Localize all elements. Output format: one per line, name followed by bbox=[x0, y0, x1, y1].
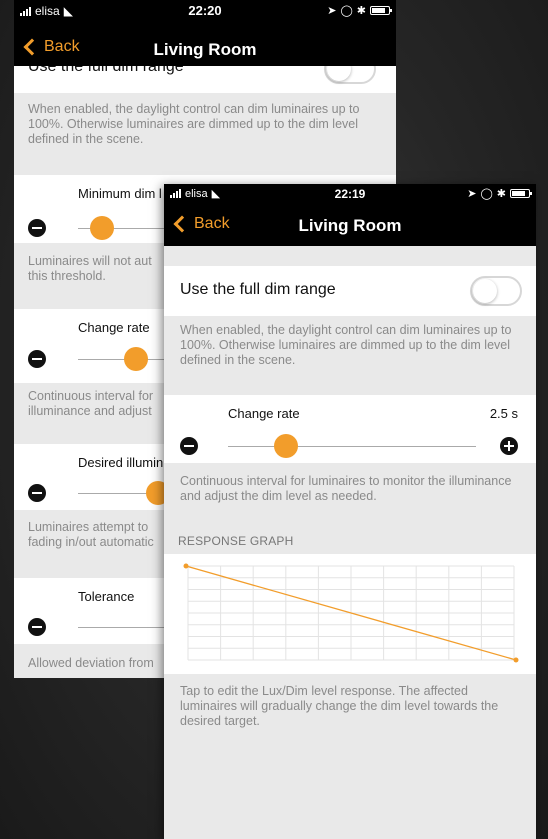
page-title: Living Room bbox=[298, 216, 402, 235]
status-bar: elisa ◣ 22:19 ➤ ◯ ✱ bbox=[164, 184, 536, 206]
location-icon: ➤ bbox=[327, 5, 337, 17]
minus-icon[interactable] bbox=[28, 350, 46, 368]
status-icons: ➤ ◯ ✱ bbox=[327, 4, 392, 17]
minus-icon[interactable] bbox=[180, 437, 198, 455]
location-icon: ➤ bbox=[467, 188, 477, 200]
minimum-dim-thumb[interactable] bbox=[90, 216, 114, 240]
minus-icon[interactable] bbox=[28, 618, 46, 636]
minimum-dim-label: Minimum dim l bbox=[78, 186, 162, 201]
response-graph-header: RESPONSE GRAPH bbox=[178, 534, 294, 548]
change-rate-track bbox=[228, 446, 476, 447]
full-dim-toggle[interactable] bbox=[470, 276, 522, 306]
full-dim-label: Use the full dim range bbox=[180, 281, 336, 298]
change-rate-thumb[interactable] bbox=[124, 347, 148, 371]
full-dim-toggle[interactable] bbox=[324, 66, 376, 84]
status-bar: elisa ◣ 22:20 ➤ ◯ ✱ bbox=[14, 0, 396, 36]
change-rate-value: 2.5 s bbox=[489, 406, 518, 421]
full-dim-row: Use the full dim range bbox=[14, 66, 396, 93]
change-rate-label: Change rate bbox=[228, 406, 300, 421]
alarm-icon: ◯ bbox=[480, 188, 493, 200]
response-graph-description: Tap to edit the Lux/Dim level response. … bbox=[180, 684, 499, 728]
minus-icon[interactable] bbox=[28, 484, 46, 502]
bluetooth-icon: ✱ bbox=[496, 188, 506, 200]
response-graph[interactable] bbox=[164, 554, 536, 674]
response-graph-chart[interactable] bbox=[164, 554, 536, 674]
battery-icon bbox=[370, 6, 392, 15]
response-end-point[interactable] bbox=[513, 657, 519, 663]
change-rate-row: Change rate 2.5 s bbox=[164, 395, 536, 463]
full-dim-row: Use the full dim range bbox=[164, 266, 536, 316]
change-rate-thumb[interactable] bbox=[274, 434, 298, 458]
full-dim-label: Use the full dim range bbox=[28, 66, 184, 75]
alarm-icon: ◯ bbox=[340, 5, 353, 17]
minus-icon[interactable] bbox=[28, 219, 46, 237]
response-start-point[interactable] bbox=[183, 563, 189, 569]
change-rate-label: Change rate bbox=[78, 320, 150, 335]
full-dim-description: When enabled, the daylight control can d… bbox=[180, 323, 512, 367]
nav-bar: Back Living Room bbox=[164, 206, 536, 246]
tolerance-label: Tolerance bbox=[78, 589, 135, 604]
desired-illuminance-label: Desired illumin bbox=[78, 455, 164, 470]
change-rate-description: Continuous interval for luminaires to mo… bbox=[180, 474, 512, 503]
bluetooth-icon: ✱ bbox=[356, 5, 366, 17]
battery-icon bbox=[510, 189, 532, 198]
front-screen: elisa ◣ 22:19 ➤ ◯ ✱ Back Living Room Use… bbox=[164, 184, 536, 839]
status-icons: ➤ ◯ ✱ bbox=[467, 187, 532, 200]
nav-bar: Back Living Room bbox=[14, 36, 396, 66]
full-dim-description: When enabled, the daylight control can d… bbox=[28, 102, 360, 146]
page-title: Living Room bbox=[153, 40, 257, 59]
plus-icon[interactable] bbox=[500, 437, 518, 455]
